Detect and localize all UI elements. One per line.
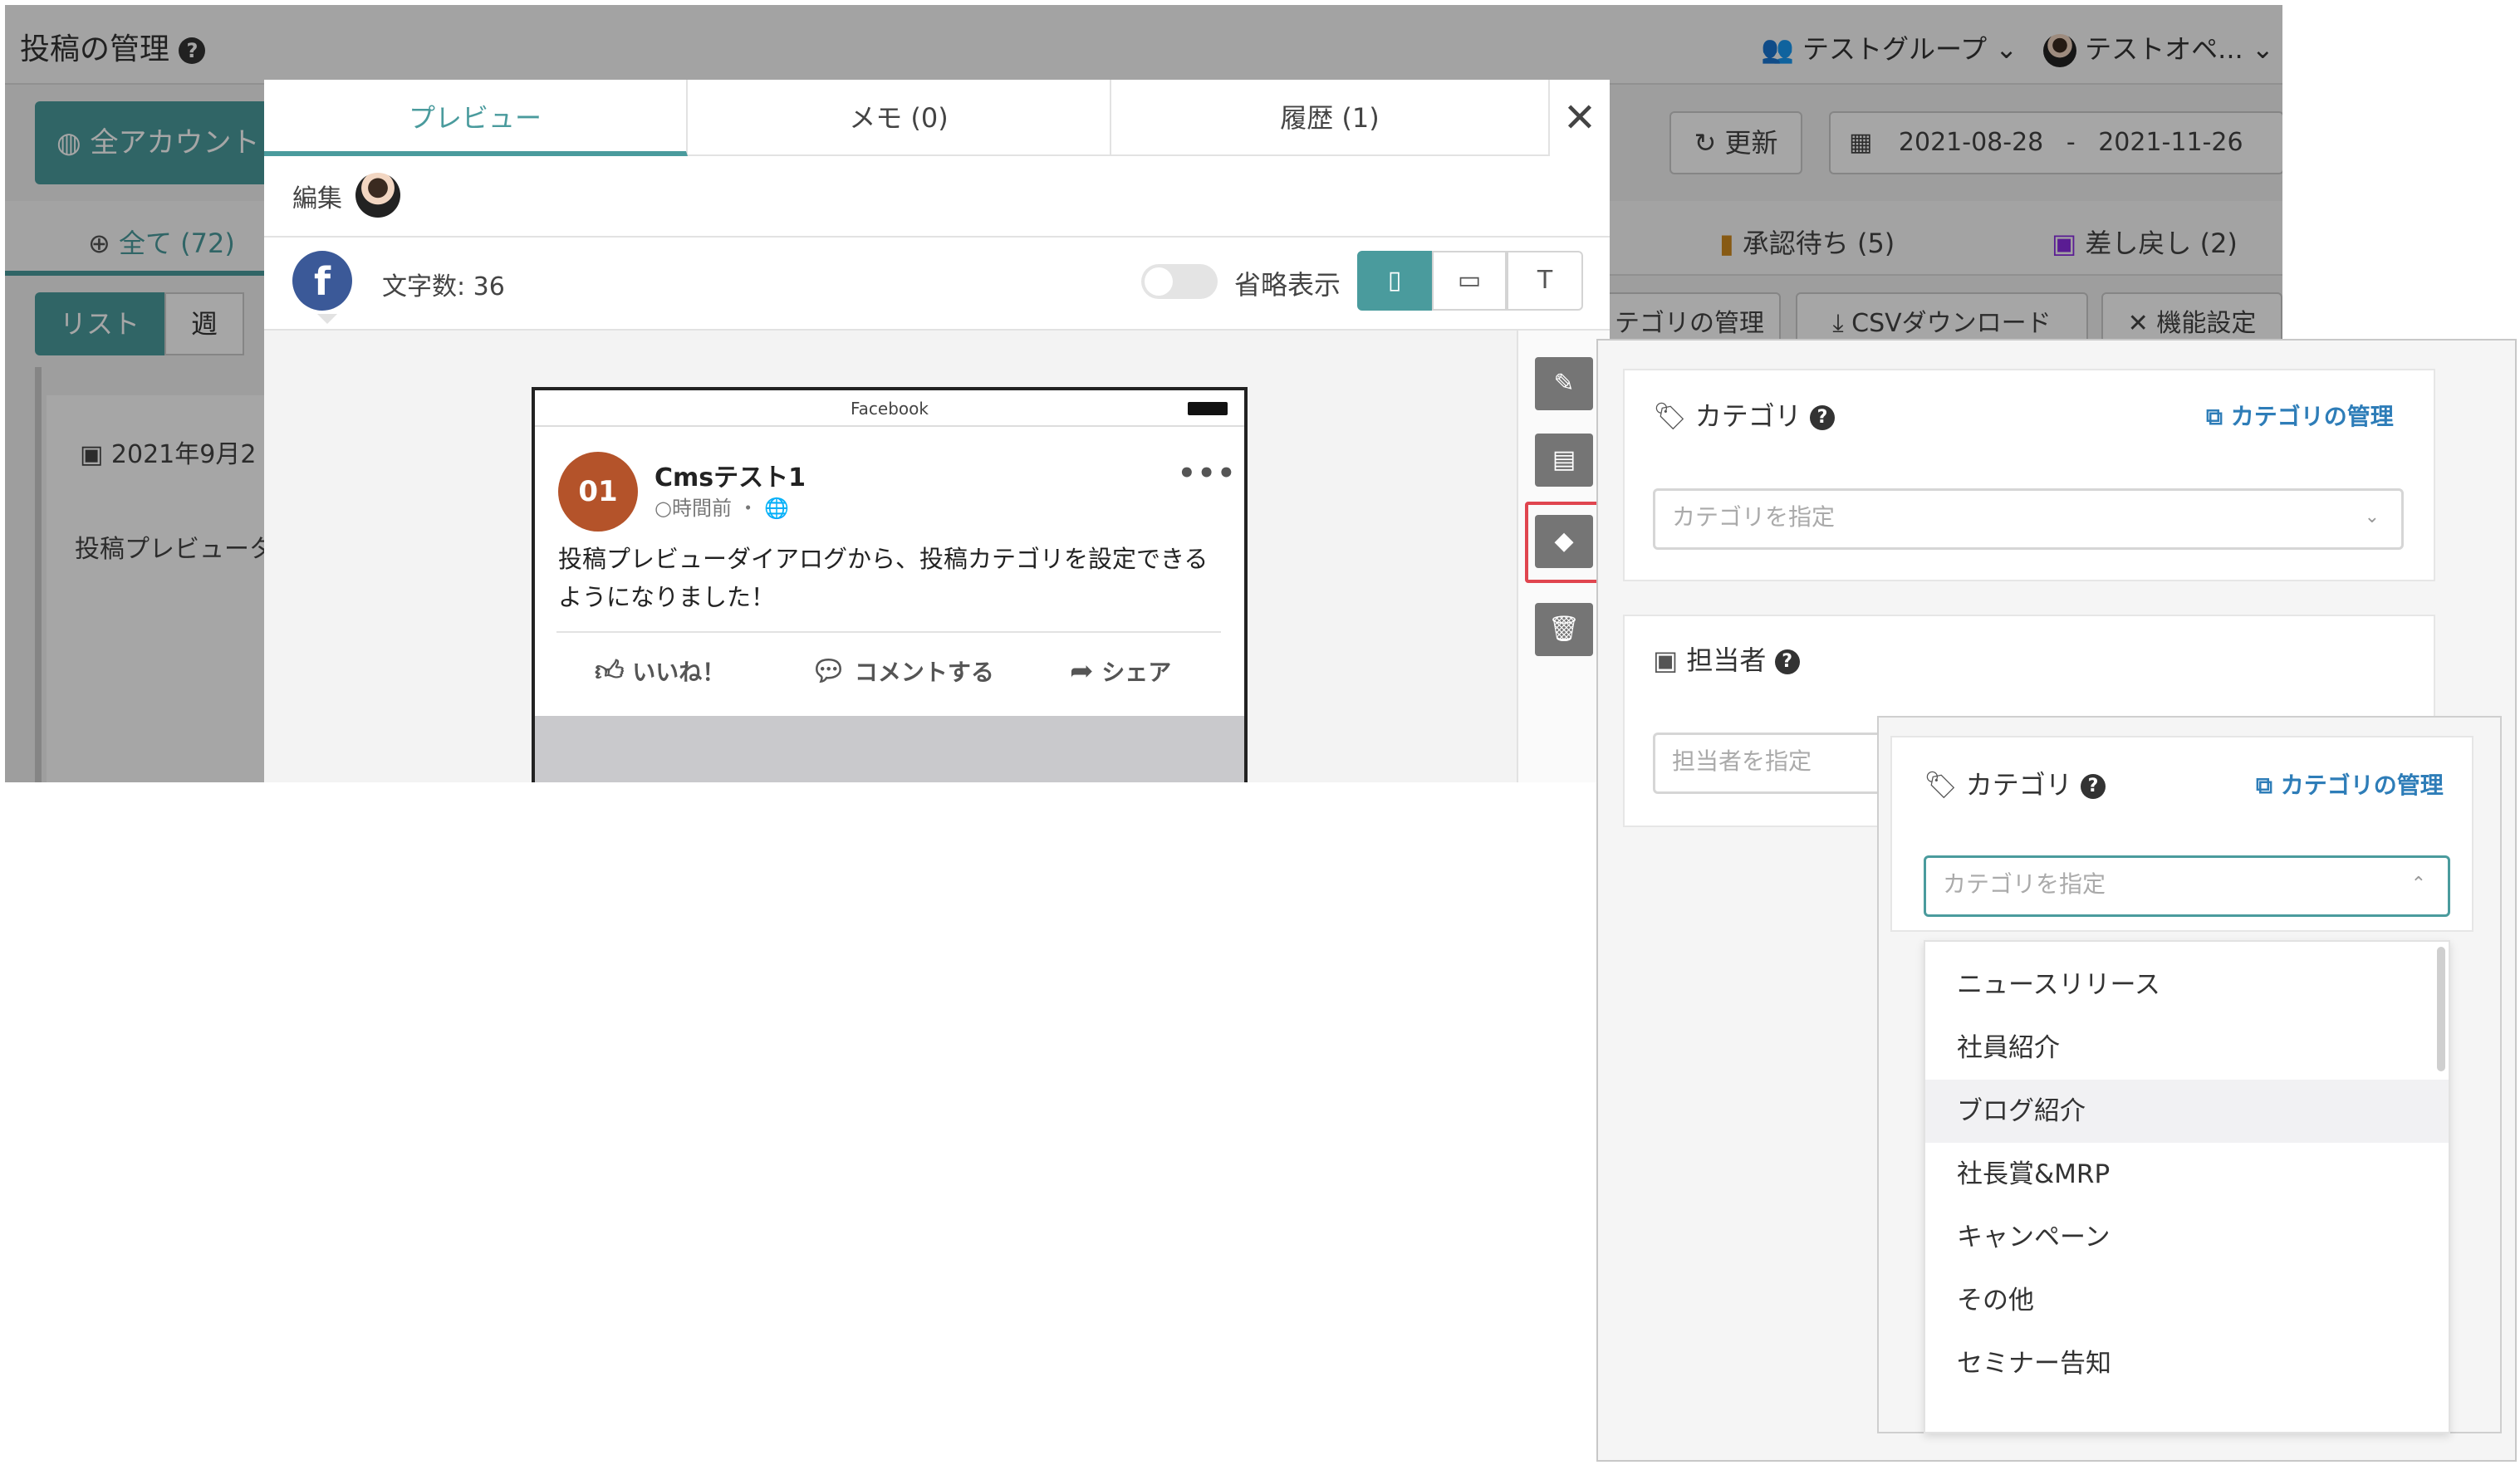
badge-icon: ▣ [1653, 644, 1679, 676]
view-desktop-button[interactable]: ▭ [1432, 251, 1507, 311]
thumbs-up-icon: 👍︎ [595, 654, 625, 688]
tab-preview[interactable]: プレビュー [264, 80, 688, 156]
edit-post-button[interactable]: ✎ [1535, 357, 1593, 410]
chevron-down-icon: ⌄ [2364, 507, 2380, 527]
dropdown-scrollbar[interactable] [2437, 947, 2445, 1071]
comment-action[interactable]: 💬︎ コメントする [811, 654, 994, 688]
edit-icon: ✎ [1553, 369, 1575, 398]
category-select-open[interactable]: カテゴリを指定 ⌃ [1924, 855, 2450, 917]
post-preview-dialog: プレビュー メモ (0) 履歴 (1) ✕ 編集 f 文字数: 36 省略表示 … [264, 80, 1610, 782]
copy-post-button[interactable]: ▤ [1535, 434, 1593, 487]
dropdown-option[interactable]: ニュースリリース [1925, 953, 2449, 1017]
like-action[interactable]: 👍︎ いいね！ [595, 654, 725, 688]
post-time: ○時間前 ・ 🌐 [655, 497, 790, 520]
edit-row [264, 158, 1610, 238]
tab-history[interactable]: 履歴 (1) [1111, 80, 1550, 156]
help-icon[interactable]: ? [2080, 774, 2106, 799]
category-manage-link[interactable]: ⧉ カテゴリの管理 [2206, 399, 2394, 432]
external-link-icon: ⧉ [2256, 772, 2272, 799]
phone-preview: Facebook 01 Cmsテスト1 ○時間前 ・ 🌐 ••• 投稿プレビュー… [532, 387, 1248, 782]
char-count: 文字数: 36 [382, 272, 505, 301]
chevron-up-icon: ⌃ [2410, 874, 2426, 894]
facebook-icon: f [292, 251, 352, 311]
trash-icon: 🗑︎ [1547, 615, 1581, 644]
view-mobile-button[interactable]: ▯ [1357, 251, 1432, 311]
mobile-icon: ▯ [1387, 266, 1402, 295]
tag-icon: 🏷︎ [1653, 400, 1687, 432]
dropdown-option[interactable]: 社長賞&MRP [1925, 1143, 2449, 1206]
help-icon[interactable]: ? [1774, 649, 1800, 674]
comment-icon: 💬︎ [811, 654, 847, 688]
dropdown-option[interactable]: 社員紹介 [1925, 1017, 2449, 1080]
category-select[interactable]: カテゴリを指定 ⌄ [1653, 488, 2404, 550]
dropdown-option[interactable]: セミナー告知 [1925, 1332, 2449, 1395]
post-text: 投稿プレビューダイアログから、投稿カテゴリを設定できるようになりました！ [558, 545, 1209, 611]
dropdown-option[interactable]: その他 [1925, 1269, 2449, 1332]
close-icon[interactable]: ✕ [1550, 80, 1610, 156]
share-icon: ➦ [1070, 654, 1094, 688]
external-link-icon: ⧉ [2206, 403, 2223, 430]
abbreviation-toggle[interactable] [1141, 264, 1218, 299]
tab-memo[interactable]: メモ (0) [688, 80, 1111, 156]
page-logo: 01 [558, 452, 638, 532]
tag-icon: 🏷︎ [1924, 769, 1958, 801]
pointer-arrow [317, 314, 337, 324]
page-name: Cmsテスト1 [655, 463, 806, 492]
help-icon[interactable]: ? [1809, 405, 1835, 430]
view-text-button[interactable]: T [1507, 251, 1583, 311]
avatar [355, 173, 400, 218]
category-manage-link[interactable]: ⧉ カテゴリの管理 [2256, 767, 2444, 801]
globe-icon: 🌐 [764, 497, 790, 520]
category-heading: 🏷︎ カテゴリ ? [1924, 764, 2106, 802]
abbreviation-label: 省略表示 [1234, 269, 1341, 301]
edit-label: 編集 [292, 184, 342, 213]
phone-status-bar: Facebook [535, 390, 1244, 427]
assignee-heading: ▣ 担当者 ? [1653, 639, 1800, 678]
post-image-placeholder [535, 716, 1244, 782]
category-dropdown: ニュースリリース 社員紹介 ブログ紹介 社長賞&MRP キャンペーン その他 セ… [1924, 940, 2450, 1433]
desktop-icon: ▭ [1457, 266, 1482, 295]
delete-post-button[interactable]: 🗑︎ [1535, 603, 1593, 656]
category-heading: 🏷︎ カテゴリ ? [1653, 395, 1835, 434]
battery-icon [1188, 402, 1228, 415]
share-action[interactable]: ➦ シェア [1070, 654, 1171, 688]
document-icon: ▤ [1552, 445, 1576, 474]
dropdown-option[interactable]: キャンペーン [1925, 1206, 2449, 1269]
dropdown-option[interactable]: ブログ紹介 [1925, 1080, 2449, 1143]
more-icon[interactable]: ••• [1178, 457, 1237, 490]
